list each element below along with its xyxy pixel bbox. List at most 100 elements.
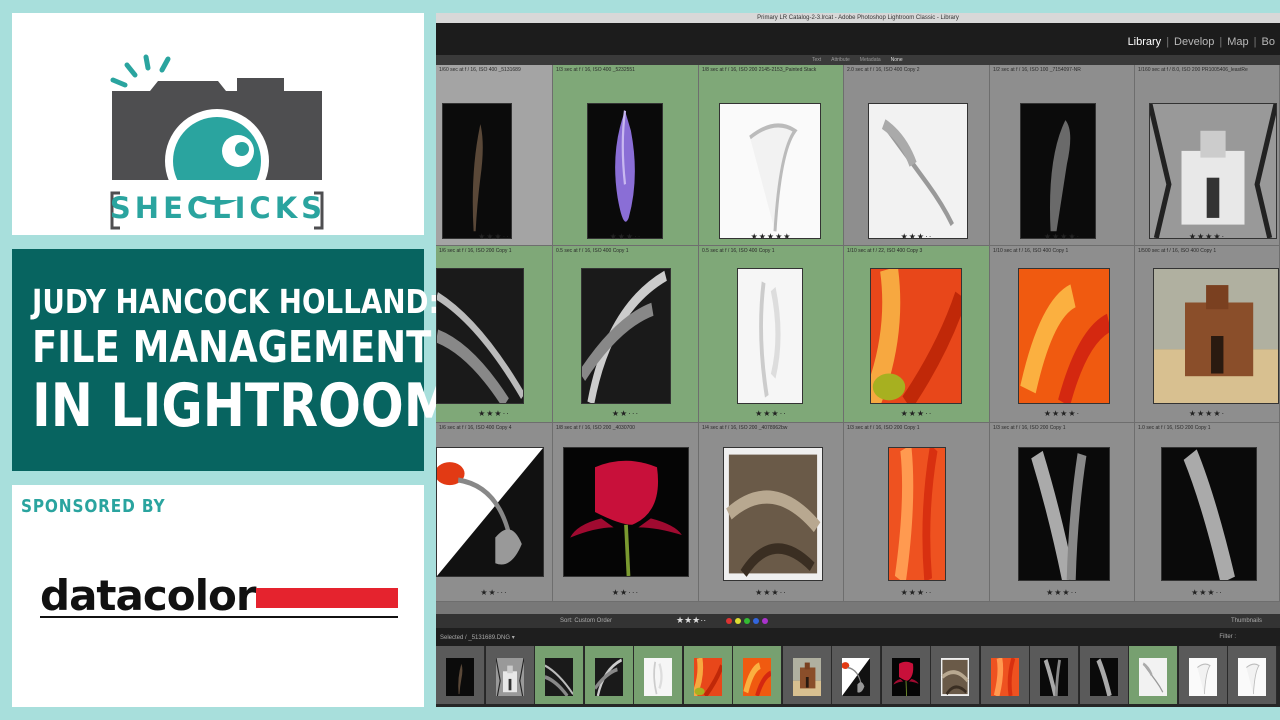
grid-cell[interactable]: 0.5 sec at f / 16, ISO 400 Copy 1 ★★★··: [699, 246, 844, 423]
photo-thumbnail[interactable]: [1147, 103, 1279, 239]
grid-cell[interactable]: 1.0 sec at f / 16, ISO 200 Copy 1 ★★★··: [1135, 423, 1280, 602]
filmstrip-cell[interactable]: [436, 646, 485, 704]
filmstrip-cell[interactable]: [1030, 646, 1079, 704]
star-rating[interactable]: ★★★★·: [1135, 409, 1279, 418]
grid-cell-metadata: 1/160 sec at f / 8.0, ISO 200 PR1005406_…: [1138, 67, 1248, 73]
photo-thumbnail[interactable]: [1018, 268, 1112, 407]
photo-thumbnail[interactable]: [442, 103, 512, 239]
filmstrip-cell[interactable]: [1129, 646, 1178, 704]
grid-cell-metadata: 1/10 sec at f / 16, ISO 400 Copy 1: [993, 248, 1069, 254]
rating-stars[interactable]: ★★★··: [676, 615, 706, 626]
grid-cell[interactable]: 1/6 sec at f / 16, ISO 200 Copy 1 ★★★··: [436, 246, 553, 423]
color-label-purple[interactable]: [762, 618, 768, 624]
star-rating[interactable]: ★★★··: [436, 409, 552, 418]
filmstrip-cell[interactable]: [1079, 646, 1129, 704]
grid-cell[interactable]: 1/8 sec at f / 16, ISO 200 _4030700 ★★···: [553, 423, 699, 602]
grid-cell-metadata: 1/60 sec at f / 16, ISO 400 _5131689: [439, 67, 521, 73]
star-rating[interactable]: ★★···: [553, 409, 698, 418]
filmstrip: [436, 646, 1280, 707]
star-rating[interactable]: ★★★★·: [990, 409, 1134, 418]
photo-thumbnail[interactable]: [723, 447, 823, 581]
grid-cell[interactable]: 1/3 sec at f / 16, ISO 400 _5232551 ★★★··: [553, 65, 699, 246]
photo-thumbnail[interactable]: [587, 103, 663, 239]
color-label-yellow[interactable]: [735, 618, 741, 624]
photo-thumbnail[interactable]: [436, 268, 525, 408]
grid-cell[interactable]: 1/60 sec at f / 16, ISO 400 _5131689 ★★★·…: [436, 65, 553, 246]
star-rating[interactable]: ★★···: [436, 588, 552, 597]
grid-cell[interactable]: 1/160 sec at f / 8.0, ISO 200 PR1005406_…: [1135, 65, 1280, 246]
photo-thumbnail[interactable]: [868, 103, 968, 239]
filmstrip-cell[interactable]: [881, 646, 931, 704]
grid-cell[interactable]: 1/2 sec at f / 16, ISO 100 _7154097-NR ★★…: [990, 65, 1135, 246]
photo-thumbnail[interactable]: [436, 447, 544, 577]
star-rating[interactable]: ★★★★·: [1135, 232, 1279, 241]
photo-thumbnail[interactable]: [1018, 447, 1110, 583]
photo-thumbnail[interactable]: [863, 266, 967, 410]
filmstrip-cell[interactable]: [832, 646, 881, 704]
grid-cell[interactable]: 2.0 sec at f / 16, ISO 400 Copy 2 ★★★··: [844, 65, 990, 246]
grid-cell[interactable]: 1/6 sec at f / 16, ISO 400 Copy 4 ★★···: [436, 423, 553, 602]
filmstrip-cell[interactable]: [535, 646, 584, 704]
color-label-green[interactable]: [744, 618, 750, 624]
grid-cell[interactable]: 1/500 sec at f / 16, ISO 400 Copy 1 ★★★★·: [1135, 246, 1280, 423]
grid-cell[interactable]: 1/8 sec at f / 16, ISO 200 2145-2153_Pai…: [699, 65, 844, 246]
filmstrip-source[interactable]: Selected / _5131689.DNG ▾: [440, 634, 515, 641]
grid-cell[interactable]: 1/4 sec at f / 16, ISO 200 _4078962bw ★★★…: [699, 423, 844, 602]
photo-thumbnail[interactable]: [737, 268, 803, 404]
photo-thumbnail[interactable]: [1161, 447, 1257, 584]
filter-tab-attribute[interactable]: Attribute: [831, 57, 850, 63]
star-rating[interactable]: ★★★★·: [990, 232, 1134, 241]
grid-cell-metadata: 1/10 sec at f / 22, ISO 400 Copy 3: [847, 248, 923, 254]
star-rating[interactable]: ★★★··: [990, 588, 1134, 597]
filmstrip-filter-label[interactable]: Filter :: [1219, 634, 1236, 640]
star-rating[interactable]: ★★★··: [553, 232, 698, 241]
module-develop[interactable]: Develop: [1169, 36, 1219, 48]
photo-thumbnail[interactable]: [563, 447, 689, 577]
filmstrip-cell[interactable]: [1178, 646, 1228, 704]
filter-tab-text[interactable]: Text: [812, 57, 821, 63]
star-rating[interactable]: ★★★··: [436, 232, 552, 241]
filmstrip-thumbnail: [1188, 658, 1217, 696]
filmstrip-cell[interactable]: [485, 646, 535, 704]
star-rating[interactable]: ★★···: [553, 588, 698, 597]
photo-thumbnail[interactable]: [888, 444, 946, 585]
star-rating[interactable]: ★★★★★: [699, 232, 843, 241]
grid-cell[interactable]: 1/3 sec at f / 16, ISO 200 Copy 1 ★★★··: [990, 423, 1135, 602]
filmstrip-cell[interactable]: [584, 646, 634, 704]
grid-cell[interactable]: 0.5 sec at f / 16, ISO 400 Copy 1 ★★···: [553, 246, 699, 423]
star-rating[interactable]: ★★★··: [844, 588, 989, 597]
grid-cell[interactable]: 1/10 sec at f / 22, ISO 400 Copy 3 ★★★··: [844, 246, 990, 423]
filter-tab-metadata[interactable]: Metadata: [860, 57, 881, 63]
filmstrip-cell[interactable]: [683, 646, 733, 704]
filmstrip-thumbnail: [1139, 658, 1167, 696]
filmstrip-thumbnail: [593, 658, 623, 697]
star-rating[interactable]: ★★★··: [699, 588, 843, 597]
filmstrip-cell[interactable]: [980, 646, 1030, 704]
filmstrip-cell[interactable]: [782, 646, 832, 704]
grid-cell[interactable]: 1/3 sec at f / 16, ISO 200 Copy 1 ★★★··: [844, 423, 990, 602]
photo-thumbnail[interactable]: [578, 268, 671, 405]
module-book[interactable]: Bo: [1257, 36, 1280, 48]
grid-cell[interactable]: 1/10 sec at f / 16, ISO 400 Copy 1 ★★★★·: [990, 246, 1135, 423]
star-rating[interactable]: ★★★··: [844, 232, 989, 241]
photo-thumbnail[interactable]: [1153, 268, 1279, 404]
star-rating[interactable]: ★★★··: [699, 409, 843, 418]
filmstrip-cell[interactable]: [1228, 646, 1277, 704]
star-rating[interactable]: ★★★··: [1135, 588, 1279, 597]
color-label-blue[interactable]: [753, 618, 759, 624]
photo-thumbnail[interactable]: [719, 103, 821, 239]
filmstrip-cell[interactable]: [931, 646, 980, 704]
filter-tab-none[interactable]: None: [891, 57, 903, 63]
color-label-red[interactable]: [726, 618, 732, 624]
video-title-panel: JUDY HANCOCK HOLLAND: FILE MANAGEMENT IN…: [12, 249, 454, 471]
photo-thumbnail[interactable]: [1020, 103, 1096, 239]
filmstrip-cell[interactable]: [634, 646, 683, 704]
module-map[interactable]: Map: [1222, 36, 1253, 48]
grid-cell-metadata: 1/6 sec at f / 16, ISO 400 Copy 4: [439, 425, 512, 431]
filmstrip-thumbnail: [1040, 658, 1068, 697]
sort-label[interactable]: Sort: Custom Order: [560, 618, 612, 624]
thumbnails-label: Thumbnails: [1230, 618, 1262, 624]
module-library[interactable]: Library: [1123, 36, 1167, 48]
filmstrip-cell[interactable]: [733, 646, 782, 704]
star-rating[interactable]: ★★★··: [844, 409, 989, 418]
